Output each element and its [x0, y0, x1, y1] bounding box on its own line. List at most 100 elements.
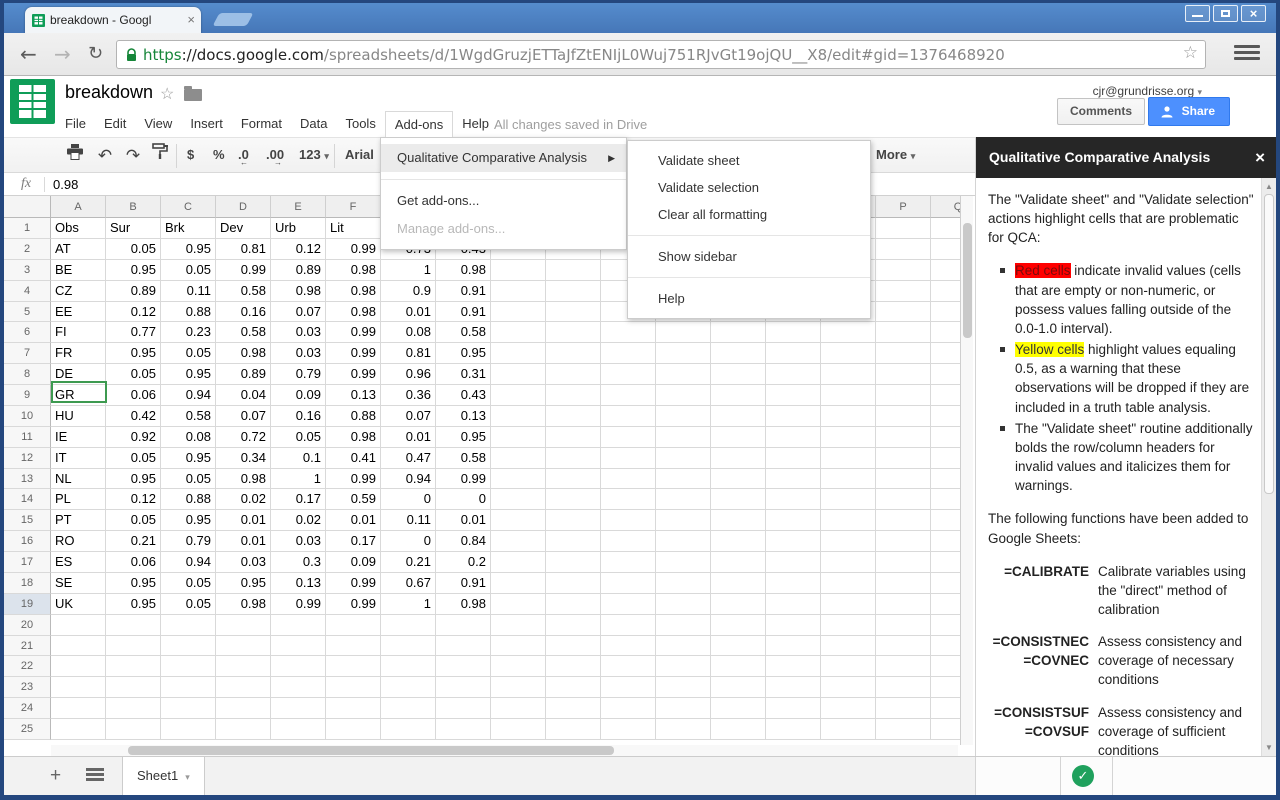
cell-E24[interactable]: [271, 698, 326, 719]
cell-Q9[interactable]: [931, 385, 960, 406]
cell-D4[interactable]: 0.58: [216, 281, 271, 302]
cell-K11[interactable]: [601, 427, 656, 448]
cell-D21[interactable]: [216, 636, 271, 657]
cell-C9[interactable]: 0.94: [161, 385, 216, 406]
cell-B3[interactable]: 0.95: [106, 260, 161, 281]
cell-B23[interactable]: [106, 677, 161, 698]
cell-E14[interactable]: 0.17: [271, 489, 326, 510]
cell-N25[interactable]: [766, 719, 821, 740]
cell-F25[interactable]: [326, 719, 381, 740]
minimize-button[interactable]: [1185, 5, 1210, 22]
cell-K14[interactable]: [601, 489, 656, 510]
cell-H16[interactable]: 0.84: [436, 531, 491, 552]
paint-format-button[interactable]: [147, 143, 173, 169]
cell-H7[interactable]: 0.95: [436, 343, 491, 364]
format-percent-button[interactable]: %: [213, 147, 225, 162]
cell-G25[interactable]: [381, 719, 436, 740]
cell-L20[interactable]: [656, 615, 711, 636]
comments-button[interactable]: Comments: [1057, 98, 1145, 125]
cell-M21[interactable]: [711, 636, 766, 657]
cell-M12[interactable]: [711, 448, 766, 469]
cell-D19[interactable]: 0.98: [216, 594, 271, 615]
add-sheet-button[interactable]: +: [50, 765, 61, 787]
cell-P15[interactable]: [876, 510, 931, 531]
cell-A25[interactable]: [51, 719, 106, 740]
cell-Q8[interactable]: [931, 364, 960, 385]
cell-F11[interactable]: 0.98: [326, 427, 381, 448]
row-header-2[interactable]: 2: [4, 239, 51, 260]
cell-C20[interactable]: [161, 615, 216, 636]
cell-B19[interactable]: 0.95: [106, 594, 161, 615]
cell-F6[interactable]: 0.99: [326, 322, 381, 343]
cell-N21[interactable]: [766, 636, 821, 657]
increase-decimal-button[interactable]: .00→: [266, 147, 284, 162]
menu-addons[interactable]: Add-ons: [385, 111, 453, 137]
menu-item-help[interactable]: Help: [628, 285, 870, 312]
cell-H14[interactable]: 0: [436, 489, 491, 510]
cell-J20[interactable]: [546, 615, 601, 636]
row-header-6[interactable]: 6: [4, 322, 51, 343]
grid-corner[interactable]: [4, 196, 51, 218]
cell-C8[interactable]: 0.95: [161, 364, 216, 385]
column-header-C[interactable]: C: [161, 196, 216, 218]
cell-C23[interactable]: [161, 677, 216, 698]
cell-C24[interactable]: [161, 698, 216, 719]
cell-L6[interactable]: [656, 322, 711, 343]
cell-M14[interactable]: [711, 489, 766, 510]
tab-close-icon[interactable]: ×: [187, 14, 195, 26]
cell-H9[interactable]: 0.43: [436, 385, 491, 406]
cell-J18[interactable]: [546, 573, 601, 594]
cell-N24[interactable]: [766, 698, 821, 719]
cell-I7[interactable]: [491, 343, 546, 364]
cell-Q10[interactable]: [931, 406, 960, 427]
cell-Q5[interactable]: [931, 302, 960, 323]
cell-I9[interactable]: [491, 385, 546, 406]
cell-P14[interactable]: [876, 489, 931, 510]
cell-C16[interactable]: 0.79: [161, 531, 216, 552]
row-header-21[interactable]: 21: [4, 636, 51, 657]
column-header-D[interactable]: D: [216, 196, 271, 218]
cell-F4[interactable]: 0.98: [326, 281, 381, 302]
cell-O15[interactable]: [821, 510, 876, 531]
cell-C19[interactable]: 0.05: [161, 594, 216, 615]
cell-O22[interactable]: [821, 656, 876, 677]
sidebar-scrollbar[interactable]: ▲ ▼: [1261, 178, 1276, 756]
cell-B6[interactable]: 0.77: [106, 322, 161, 343]
cell-J16[interactable]: [546, 531, 601, 552]
cell-N8[interactable]: [766, 364, 821, 385]
cell-B17[interactable]: 0.06: [106, 552, 161, 573]
cell-Q14[interactable]: [931, 489, 960, 510]
cell-Q24[interactable]: [931, 698, 960, 719]
cell-F16[interactable]: 0.17: [326, 531, 381, 552]
more-toolbar-button[interactable]: More ▾: [876, 147, 915, 162]
cell-J3[interactable]: [546, 260, 601, 281]
cell-I20[interactable]: [491, 615, 546, 636]
cell-Q1[interactable]: [931, 218, 960, 239]
cell-O13[interactable]: [821, 469, 876, 490]
new-tab-button[interactable]: [213, 13, 254, 26]
cell-P13[interactable]: [876, 469, 931, 490]
cell-B14[interactable]: 0.12: [106, 489, 161, 510]
cell-A10[interactable]: HU: [51, 406, 106, 427]
cell-O18[interactable]: [821, 573, 876, 594]
browser-tab[interactable]: breakdown - Googl ×: [25, 7, 201, 33]
cell-I16[interactable]: [491, 531, 546, 552]
cell-K19[interactable]: [601, 594, 656, 615]
cell-M17[interactable]: [711, 552, 766, 573]
print-button[interactable]: [62, 143, 88, 169]
cell-A16[interactable]: RO: [51, 531, 106, 552]
cell-A24[interactable]: [51, 698, 106, 719]
cell-O16[interactable]: [821, 531, 876, 552]
cell-B10[interactable]: 0.42: [106, 406, 161, 427]
formula-input[interactable]: 0.98: [53, 177, 78, 192]
cell-C14[interactable]: 0.88: [161, 489, 216, 510]
cell-P1[interactable]: [876, 218, 931, 239]
cell-A9[interactable]: GR: [51, 385, 106, 406]
vertical-scrollbar-thumb[interactable]: [963, 223, 972, 338]
cell-E7[interactable]: 0.03: [271, 343, 326, 364]
cell-Q3[interactable]: [931, 260, 960, 281]
cell-K18[interactable]: [601, 573, 656, 594]
row-header-25[interactable]: 25: [4, 719, 51, 740]
cell-D15[interactable]: 0.01: [216, 510, 271, 531]
cell-D20[interactable]: [216, 615, 271, 636]
